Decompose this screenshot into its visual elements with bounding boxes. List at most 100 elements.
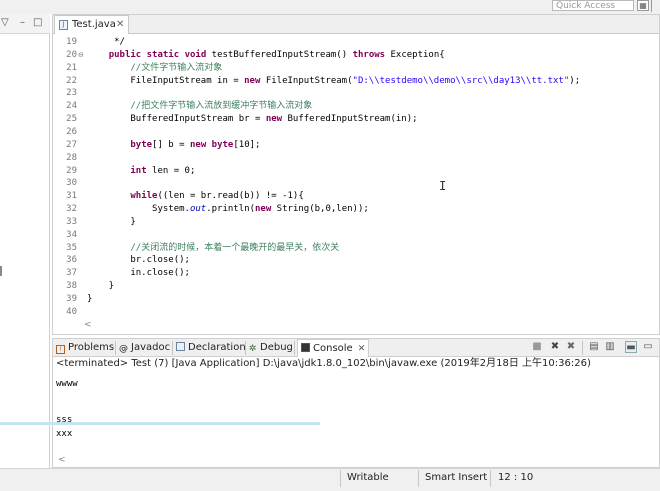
tab-divider [172, 341, 173, 355]
code-text: //把文件字节输入流放到缓冲字节输入流对象 [130, 101, 313, 112]
code-text: in.close(); [87, 268, 190, 279]
code-text: while((len = br.read(b)) != -1){ [130, 191, 304, 202]
code-line[interactable]: 21 //文件字节输入流对象 [55, 62, 655, 75]
code-text: public static void testBufferedInputStre… [108, 49, 445, 60]
code-line[interactable]: 22 FileInputStream in = new FileInputStr… [55, 75, 655, 88]
remove-launch-icon[interactable]: ✖ [549, 341, 561, 353]
maximize-icon[interactable]: □ [33, 17, 42, 29]
code-line[interactable]: 26 [55, 126, 655, 139]
code-line[interactable]: 36 br.close(); [55, 254, 655, 267]
editor-scroll-left-icon[interactable]: < [84, 320, 92, 330]
debug-icon: ✲ [248, 344, 257, 354]
editor-tab-test-java[interactable]: J Test.java ✕ [54, 15, 129, 34]
perspective-icon[interactable]: ▦ [637, 0, 649, 11]
insert-mode-status: Smart Insert [425, 472, 488, 483]
tab-console[interactable]: Console ✕ [297, 339, 370, 357]
code-text: } [87, 281, 115, 292]
terminate-icon[interactable]: ■ [531, 341, 543, 353]
terminated-status-line: <terminated> Test (7) [Java Application]… [56, 358, 591, 369]
code-line[interactable]: 25 BufferedInputStream br = new Buffered… [55, 113, 655, 126]
line-number: 28 [66, 152, 77, 163]
tab-debug[interactable]: ✲ Debug [248, 339, 293, 357]
line-number: 24 [66, 101, 77, 112]
code-line[interactable]: 38 } [55, 280, 655, 293]
line-number: 37 [66, 268, 77, 279]
writable-status: Writable [347, 472, 389, 483]
code-text: //文件字节输入流对象 [130, 62, 223, 73]
line-number: 29 [66, 165, 77, 176]
line-number: 32 [66, 204, 77, 215]
console-icon [301, 343, 310, 352]
editor-tab-label: Test.java [72, 19, 116, 30]
code-line[interactable]: 24 //把文件字节输入流放到缓冲字节输入流对象 [55, 100, 655, 113]
tab-divider [245, 341, 246, 355]
status-bar [0, 468, 660, 491]
status-divider [340, 470, 341, 487]
code-line[interactable]: 29 int len = 0; [55, 165, 655, 178]
selection-highlight [0, 422, 320, 425]
scroll-lock-icon[interactable]: ▥ [604, 341, 616, 353]
status-divider [490, 470, 491, 487]
line-number: 39 [66, 294, 77, 304]
code-text: FileInputStream in = new FileInputStream… [87, 75, 581, 86]
show-console-on-stderr-icon[interactable]: ▭ [642, 341, 654, 353]
line-number: 26 [66, 126, 77, 137]
line-number: 25 [66, 114, 77, 125]
line-number: 35 [66, 242, 77, 253]
line-number: 40 [66, 306, 77, 317]
code-line[interactable]: 27 byte[] b = new byte[10]; [55, 139, 655, 152]
code-line[interactable]: 31 while((len = br.read(b)) != -1){ [55, 190, 655, 203]
tab-javadoc[interactable]: @ Javadoc [119, 339, 170, 357]
code-line[interactable]: 33 } [55, 216, 655, 229]
declaration-icon [176, 342, 185, 351]
tab-declaration[interactable]: Declaration [176, 339, 246, 357]
line-number: 31 [66, 191, 77, 202]
line-number: 20 [66, 49, 77, 60]
code-line[interactable]: 20 ⊖ public static void testBufferedInput… [55, 49, 655, 62]
fold-toggle-icon[interactable]: ⊖ [78, 49, 84, 62]
java-file-icon: J [59, 20, 68, 30]
console-output-line: sss [56, 415, 73, 425]
console-scroll-left-icon[interactable]: < [58, 455, 66, 465]
line-number: 36 [66, 255, 77, 266]
show-console-on-stdout-icon[interactable]: ▬ [625, 341, 637, 353]
close-icon[interactable]: ✕ [358, 344, 366, 354]
quick-access-input[interactable]: Quick Access [552, 0, 634, 11]
code-line[interactable]: 35 //关闭流的时候，本着一个最晚开的最早关，依次关 [55, 242, 655, 255]
console-output-line: xxx [56, 429, 73, 439]
line-number: 33 [66, 216, 77, 227]
code-text: */ [87, 37, 125, 47]
remove-all-terminated-icon[interactable]: ✖ [565, 341, 577, 353]
minimize-icon[interactable]: – [20, 17, 25, 29]
tab-problems[interactable]: ! Problems [56, 339, 114, 357]
javadoc-icon: @ [119, 344, 128, 354]
editor-tabbar [53, 15, 659, 34]
toolbar-divider [582, 341, 583, 355]
code-text: br.close(); [87, 255, 190, 266]
code-line[interactable]: 39} [55, 293, 655, 306]
code-text: } [87, 216, 136, 227]
code-line[interactable]: 23 [55, 87, 655, 100]
problems-icon: ! [56, 345, 65, 354]
console-output-line: wwww [56, 379, 78, 389]
line-number: 19 [66, 37, 77, 47]
clear-console-icon[interactable]: ▤ [588, 341, 600, 353]
code-line[interactable]: 37 in.close(); [55, 267, 655, 280]
line-number: 27 [66, 139, 77, 150]
code-text: byte[] b = new byte[10]; [130, 139, 261, 150]
code-text: BufferedInputStream br = new BufferedInp… [87, 114, 418, 125]
code-line[interactable]: 30 [55, 177, 655, 190]
close-icon[interactable]: ✕ [116, 18, 124, 32]
code-line[interactable]: 28 [55, 152, 655, 165]
code-line[interactable]: 34 [55, 229, 655, 242]
code-line[interactable]: 40 [55, 306, 655, 319]
cursor-position-status: 12 : 10 [498, 472, 534, 483]
tab-divider [294, 341, 295, 355]
line-number: 21 [66, 62, 77, 73]
code-line[interactable]: 32 System.out.println(new String(b,0,len… [55, 203, 655, 216]
code-line[interactable]: 19 */ [55, 36, 655, 49]
mouse-cursor-icon: I [439, 179, 447, 193]
view-menu-icon[interactable]: ▽ [1, 17, 9, 29]
line-number: 38 [66, 281, 77, 292]
line-number: 34 [66, 229, 77, 240]
